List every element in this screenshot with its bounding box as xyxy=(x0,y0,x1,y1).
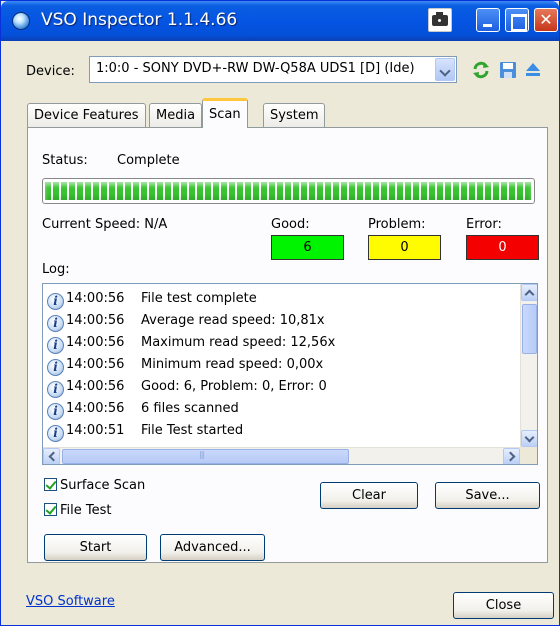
vertical-scroll-thumb[interactable] xyxy=(522,304,537,354)
log-entry: i 14:00:56 Average read speed: 10,81x xyxy=(47,311,325,333)
save-log-button[interactable]: Save... xyxy=(435,482,540,509)
surface-scan-checkbox[interactable]: Surface Scan xyxy=(44,478,145,493)
log-entry: i 14:00:56 Good: 6, Problem: 0, Error: 0 xyxy=(47,377,327,399)
chevron-down-icon[interactable] xyxy=(435,58,455,81)
problem-count: 0 xyxy=(368,235,441,260)
info-icon: i xyxy=(47,293,64,310)
device-label: Device: xyxy=(26,64,75,79)
info-icon: i xyxy=(47,403,64,420)
vso-software-link[interactable]: VSO Software xyxy=(26,594,115,609)
tab-scan[interactable]: Scan xyxy=(202,98,248,128)
status-label: Status: xyxy=(42,153,88,168)
info-icon: i xyxy=(47,425,64,442)
minimize-button[interactable] xyxy=(476,8,500,32)
file-test-checkbox[interactable]: File Test xyxy=(44,503,112,518)
log-entry: i 14:00:51 File Test started xyxy=(47,421,243,443)
scroll-up-icon[interactable] xyxy=(521,284,537,301)
file-test-check-icon[interactable] xyxy=(44,503,57,516)
vso-app-icon xyxy=(12,12,30,30)
info-icon: i xyxy=(47,315,64,332)
close-window-button[interactable]: ✕ xyxy=(534,8,558,32)
maximize-button[interactable] xyxy=(505,8,529,32)
good-label: Good: xyxy=(271,217,310,232)
log-horizontal-scrollbar[interactable] xyxy=(43,447,537,464)
advanced-button[interactable]: Advanced... xyxy=(160,534,265,561)
log-vertical-scrollbar[interactable] xyxy=(520,284,537,447)
refresh-icon[interactable] xyxy=(471,60,491,80)
device-dropdown[interactable]: 1:0:0 - SONY DVD+-RW DW-Q58A UDS1 [D] (I… xyxy=(89,56,457,83)
eject-icon[interactable] xyxy=(525,61,541,79)
log-entry: i 14:00:56 Maximum read speed: 12,56x xyxy=(47,333,335,355)
good-count: 6 xyxy=(271,235,344,260)
status-value: Complete xyxy=(117,153,180,168)
scan-progress-fill xyxy=(45,182,532,200)
clear-button[interactable]: Clear xyxy=(320,482,418,509)
error-label: Error: xyxy=(466,217,502,232)
horizontal-scroll-thumb[interactable] xyxy=(62,449,349,464)
current-speed-label: Current Speed: xyxy=(42,217,141,232)
log-list[interactable]: i 14:00:56 File test complete i 14:00:56 Ave… xyxy=(42,283,538,465)
tab-media[interactable]: Media xyxy=(149,103,203,127)
scroll-left-icon[interactable] xyxy=(43,448,60,464)
window-title: VSO Inspector 1.1.4.66 xyxy=(41,10,238,30)
title-bar[interactable]: VSO Inspector 1.1.4.66 ✕ xyxy=(1,1,559,41)
scrollbar-corner xyxy=(520,447,537,464)
scroll-down-icon[interactable] xyxy=(521,430,537,447)
screenshot-camera-icon[interactable] xyxy=(428,8,452,32)
save-disk-icon[interactable] xyxy=(499,61,517,79)
info-icon: i xyxy=(47,359,64,376)
current-speed: Current Speed: N/A xyxy=(42,217,167,232)
main-window: VSO Inspector 1.1.4.66 ✕ Device: 1:0:0 -… xyxy=(0,0,560,626)
problem-label: Problem: xyxy=(368,217,426,232)
start-button[interactable]: Start xyxy=(44,534,147,561)
info-icon: i xyxy=(47,381,64,398)
tab-system[interactable]: System xyxy=(263,103,326,127)
scroll-right-icon[interactable] xyxy=(503,448,520,464)
log-entry: i 14:00:56 File test complete xyxy=(47,289,257,311)
log-entry: i 14:00:56 Minimum read speed: 0,00x xyxy=(47,355,323,377)
tab-device-features[interactable]: Device Features xyxy=(27,103,146,127)
scan-tab-panel: Status: Complete Current Speed: N/A Good… xyxy=(27,127,548,563)
close-button[interactable]: Close xyxy=(453,592,554,619)
log-entry: i 14:00:56 6 files scanned xyxy=(47,399,239,421)
device-selected-value: 1:0:0 - SONY DVD+-RW DW-Q58A UDS1 [D] (I… xyxy=(96,61,415,76)
surface-scan-check-icon[interactable] xyxy=(44,478,57,491)
scan-progress-bar xyxy=(42,178,535,204)
error-count: 0 xyxy=(466,235,539,260)
current-speed-value: N/A xyxy=(144,217,168,232)
info-icon: i xyxy=(47,337,64,354)
log-label: Log: xyxy=(42,262,70,277)
